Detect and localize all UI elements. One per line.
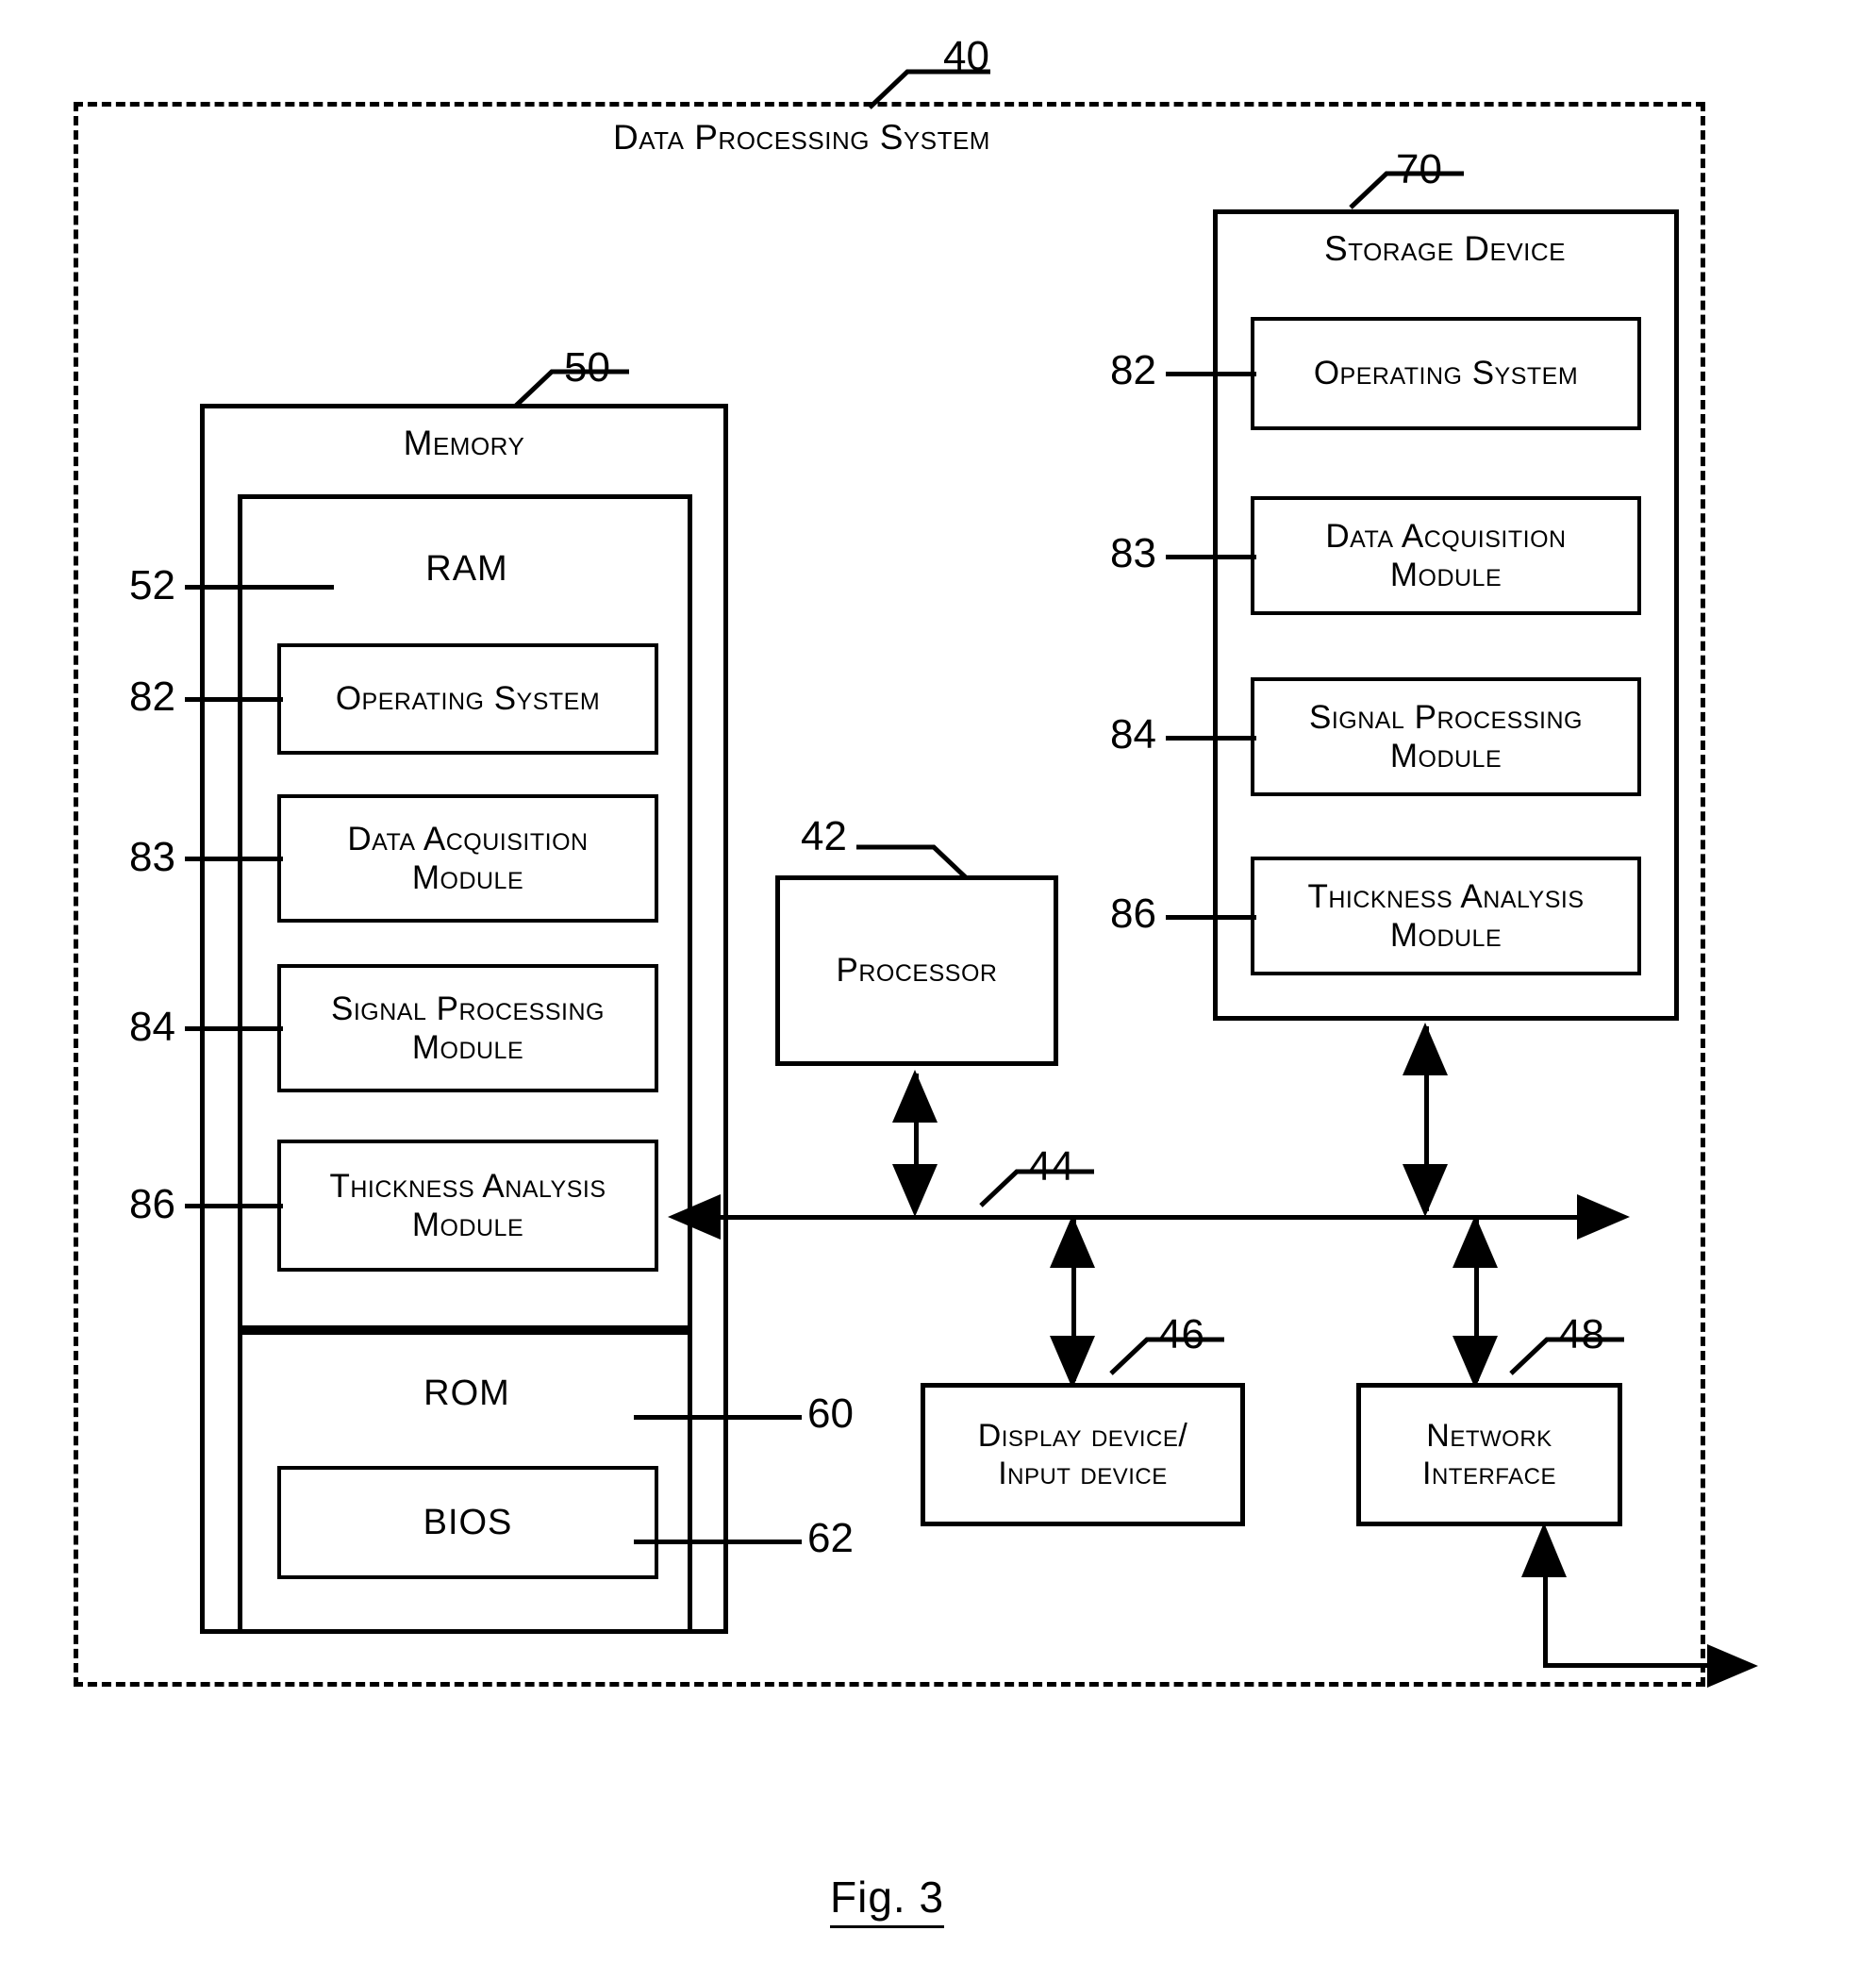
storage-module-operating-system-label: Operating System (1313, 355, 1579, 392)
ref-number-82-storage: 82 (1110, 347, 1156, 393)
network-external-arrowhead (1521, 1523, 1567, 1577)
ram-module-data-acquisition-label: Data Acquisition Module (347, 820, 589, 896)
processor-label: Processor (836, 952, 998, 990)
ref-number-60: 60 (807, 1390, 854, 1437)
storage-module-signal-processing-label: Signal Processing Module (1309, 698, 1583, 774)
ref-number-40: 40 (943, 33, 989, 79)
network-interface-label: Network Interface (1422, 1417, 1556, 1491)
display-bus-down-arrowhead (1050, 1336, 1095, 1389)
network-bus-up-arrowhead (1453, 1215, 1498, 1268)
ref-number-52: 52 (129, 562, 175, 608)
ref-number-44: 44 (1028, 1143, 1074, 1190)
ref-number-83-storage: 83 (1110, 530, 1156, 576)
ref-82-storage-leader-line (1166, 372, 1256, 376)
ram-title: RAM (425, 548, 508, 589)
ref-82-ram-leader-line (185, 697, 283, 702)
display-input-device-label: Display device/ Input device (977, 1417, 1188, 1491)
patent-figure-page: 40 Data Processing System 50 Memory RAM … (0, 0, 1876, 1981)
ref-84-storage-leader-line (1166, 736, 1256, 741)
ref-83-ram-leader-line (185, 857, 283, 861)
storage-device-title: Storage Device (1323, 229, 1567, 269)
ref-number-48: 48 (1558, 1311, 1604, 1357)
memory-title: Memory (403, 424, 525, 463)
figure-caption-text: Fig. 3 (830, 1873, 945, 1928)
ref-number-84-storage: 84 (1110, 711, 1156, 757)
ref-60-leader-line (634, 1415, 802, 1420)
system-title: Data Processing System (613, 118, 990, 158)
bus-right-arrowhead (1577, 1194, 1630, 1240)
ram-module-signal-processing-label: Signal Processing Module (331, 990, 605, 1066)
ref-number-82-ram: 82 (129, 674, 175, 720)
ram-module-thickness-analysis-label: Thickness Analysis Module (329, 1167, 606, 1243)
storage-bus-down-arrowhead (1403, 1164, 1448, 1217)
ref-86-ram-leader-line (185, 1204, 283, 1208)
bus-left-arrowhead (668, 1194, 721, 1240)
ref-number-84-ram: 84 (129, 1004, 175, 1050)
ref-62-leader-line (634, 1540, 802, 1544)
network-external-right-arrowhead (1707, 1644, 1758, 1688)
ref-number-42: 42 (801, 813, 847, 859)
network-bus-down-arrowhead (1453, 1336, 1498, 1389)
network-external-horizontal (1543, 1663, 1715, 1668)
ref-number-86-storage: 86 (1110, 891, 1156, 937)
storage-bus-up-arrowhead (1403, 1023, 1448, 1075)
ref-number-62: 62 (807, 1515, 854, 1561)
ref-number-86-ram: 86 (129, 1181, 175, 1227)
ref-number-50: 50 (564, 344, 610, 391)
ref-83-storage-leader-line (1166, 555, 1256, 559)
ref-number-70: 70 (1396, 146, 1442, 192)
ref-84-ram-leader-line (185, 1026, 283, 1031)
ram-module-operating-system-label: Operating System (335, 680, 601, 718)
ref-number-46: 46 (1158, 1311, 1204, 1357)
storage-module-data-acquisition-label: Data Acquisition Module (1325, 517, 1567, 593)
processor-bus-down-arrowhead (892, 1164, 938, 1217)
storage-module-thickness-analysis-label: Thickness Analysis Module (1307, 877, 1585, 954)
figure-caption: Fig. 3 (830, 1872, 945, 1928)
processor-bus-up-arrowhead (892, 1070, 938, 1123)
rom-title: ROM (423, 1373, 510, 1413)
ref-number-83-ram: 83 (129, 834, 175, 880)
bios-label: BIOS (423, 1502, 513, 1542)
network-external-vertical (1543, 1577, 1548, 1668)
ref-52-leader-line (185, 585, 334, 590)
display-bus-up-arrowhead (1050, 1215, 1095, 1268)
ref-86-storage-leader-line (1166, 915, 1256, 920)
